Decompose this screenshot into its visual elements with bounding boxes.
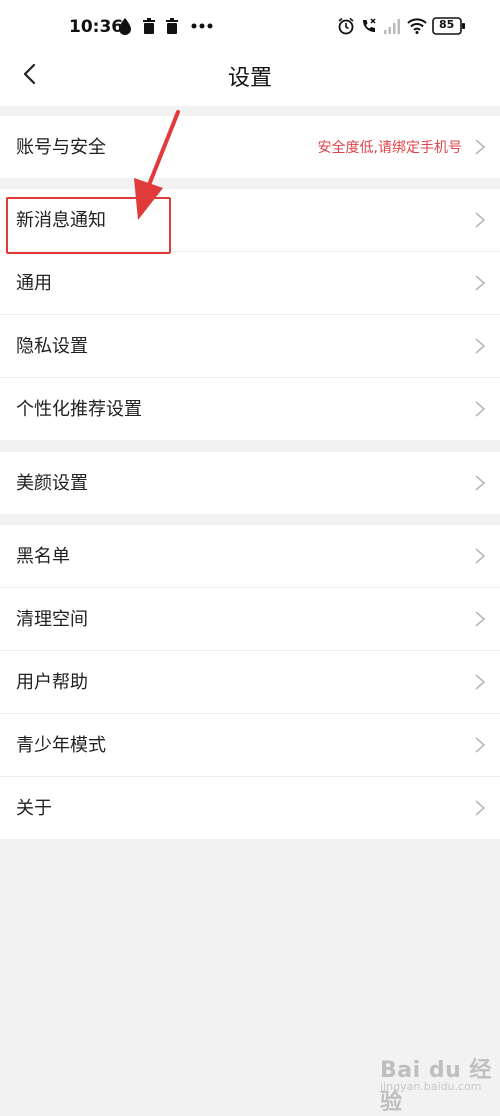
settings-item-user-help[interactable]: 用户帮助 — [0, 651, 500, 714]
battery-level: 85 — [439, 18, 455, 31]
settings-group-other: 黑名单 清理空间 用户帮助 青少年模式 关于 — [0, 525, 500, 839]
settings-item-teen-mode[interactable]: 青少年模式 — [0, 714, 500, 777]
chevron-right-icon — [475, 611, 486, 627]
settings-item-label: 用户帮助 — [16, 672, 88, 693]
settings-item-label: 通用 — [16, 273, 52, 294]
battery-icon: 85 — [432, 16, 466, 36]
more-dots-icon — [191, 16, 213, 36]
settings-item-blacklist[interactable]: 黑名单 — [0, 525, 500, 588]
signal-icon — [383, 16, 401, 36]
page-title: 设置 — [227, 66, 272, 91]
nav-bar: 设置 — [0, 52, 500, 106]
settings-item-label: 隐私设置 — [16, 336, 88, 357]
settings-group-beauty: 美颜设置 — [0, 452, 500, 514]
settings-item-clear-space[interactable]: 清理空间 — [0, 588, 500, 651]
settings-item-label: 账号与安全 — [16, 137, 106, 158]
chevron-right-icon — [475, 401, 486, 417]
settings-item-label: 个性化推荐设置 — [16, 399, 142, 420]
settings-item-about[interactable]: 关于 — [0, 777, 500, 839]
settings-group-account: 账号与安全 安全度低,请绑定手机号 — [0, 116, 500, 178]
security-warning-text: 安全度低,请绑定手机号 — [317, 140, 462, 156]
chevron-right-icon — [475, 475, 486, 491]
settings-item-personalized-recommendation[interactable]: 个性化推荐设置 — [0, 378, 500, 440]
settings-item-beauty[interactable]: 美颜设置 — [0, 452, 500, 514]
chevron-right-icon — [475, 338, 486, 354]
settings-item-label: 美颜设置 — [16, 473, 88, 494]
settings-item-label: 关于 — [16, 798, 52, 819]
settings-item-label: 黑名单 — [16, 546, 70, 567]
settings-item-label: 青少年模式 — [16, 735, 106, 756]
settings-item-account-security[interactable]: 账号与安全 安全度低,请绑定手机号 — [0, 116, 500, 178]
chevron-right-icon — [475, 674, 486, 690]
drop-icon — [118, 16, 132, 36]
alarm-icon — [337, 16, 355, 36]
settings-item-general[interactable]: 通用 — [0, 252, 500, 315]
settings-item-label: 清理空间 — [16, 609, 88, 630]
wifi-icon — [407, 16, 427, 36]
trash-icon — [142, 16, 156, 36]
status-time: 10:36 — [69, 17, 124, 37]
status-bar: 10:36 85 — [0, 0, 500, 52]
settings-item-privacy[interactable]: 隐私设置 — [0, 315, 500, 378]
call-missed-icon — [360, 16, 378, 36]
trash-icon — [165, 16, 179, 36]
chevron-right-icon — [475, 139, 486, 155]
chevron-right-icon — [475, 212, 486, 228]
annotation-highlight-box — [6, 197, 171, 254]
chevron-right-icon — [475, 275, 486, 291]
watermark-url: jingyan.baidu.com — [380, 1080, 482, 1093]
chevron-right-icon — [475, 800, 486, 816]
chevron-right-icon — [475, 548, 486, 564]
chevron-right-icon — [475, 737, 486, 753]
